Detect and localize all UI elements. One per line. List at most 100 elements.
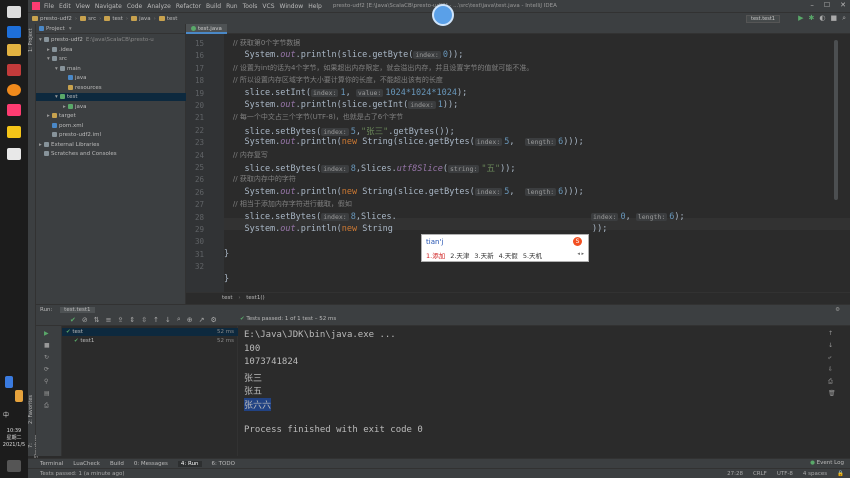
menu-window[interactable]: Window: [280, 3, 304, 10]
tool-tab[interactable]: 4: Run: [177, 460, 202, 467]
ime-candidate[interactable]: 2.天津: [450, 250, 469, 260]
zoom-icon[interactable]: ⊕: [187, 316, 193, 324]
breadcrumb-item[interactable]: test: [112, 16, 123, 22]
project-tree-item[interactable]: ▸ target: [36, 112, 186, 120]
tool-tab[interactable]: Terminal: [40, 461, 63, 467]
chevron-down-icon[interactable]: ▾: [69, 26, 72, 32]
project-tree-item[interactable]: ▾ presto-udf2 E:\Java\ScalaCB\presto-u: [36, 36, 186, 44]
mic-icon[interactable]: [5, 376, 13, 388]
expand-all-icon[interactable]: ⇕: [129, 316, 135, 324]
code-line-tail[interactable]: ));: [592, 224, 607, 234]
project-tree-item[interactable]: presto-udf2.iml: [36, 131, 186, 139]
menu-run[interactable]: Run: [226, 3, 238, 10]
taskbar-folder-icon[interactable]: [7, 44, 21, 56]
code-line[interactable]: // 获取内存中的字符: [224, 174, 296, 184]
code-line[interactable]: // 相当于添加内存字符进行截取，假如: [224, 199, 352, 209]
import-tests-icon[interactable]: ⇪: [118, 316, 124, 324]
stop-icon[interactable]: ■: [44, 342, 50, 349]
ime-candidate[interactable]: 1.添加: [426, 250, 445, 260]
layout-icon[interactable]: ▤: [44, 390, 50, 397]
taskbar-app-icon[interactable]: [7, 126, 21, 138]
scroll-to-end-icon[interactable]: ⇩: [828, 366, 833, 373]
breadcrumb-method[interactable]: test1(): [246, 295, 264, 301]
tool-tab[interactable]: Build: [110, 461, 124, 467]
ime-candidate[interactable]: 4.天假: [499, 250, 518, 260]
notification-icon[interactable]: [7, 460, 21, 472]
lock-icon[interactable]: 🔒: [837, 469, 844, 478]
project-tree-item[interactable]: resources: [36, 84, 186, 92]
code-line[interactable]: slice.setBytes(index: 8,Slices.utf8Slice(…: [224, 162, 515, 174]
project-tree-item[interactable]: ▸ .idea: [36, 46, 186, 54]
tool-tab[interactable]: LuaCheck: [73, 461, 100, 467]
next-icon[interactable]: ↓: [165, 316, 171, 324]
coverage-icon[interactable]: ◐: [819, 14, 825, 23]
rerun-icon[interactable]: ▶: [44, 330, 49, 337]
export-icon[interactable]: ↗: [199, 316, 205, 324]
code-line[interactable]: // 设置为int的话为4个字节，如果超出内存限定，就会溢出内存，并且设置字节的…: [224, 63, 534, 73]
menu-vcs[interactable]: VCS: [262, 3, 274, 10]
ime-page-arrows-icon[interactable]: ◂ ▸: [577, 251, 584, 257]
show-passed-icon[interactable]: ✔: [70, 316, 76, 324]
code-line[interactable]: // 每一个中文占三个字节(UTF-8)，也就是占了6个字节: [224, 112, 403, 122]
indent-setting[interactable]: 4 spaces: [803, 469, 827, 478]
code-line[interactable]: // 所以设置内存区域字节大小要计算你的长度，不能超出该有的长度: [224, 75, 443, 85]
test-tree-item[interactable]: ✔ test1 52 ms: [62, 337, 238, 345]
taskbar-intellij-icon[interactable]: [7, 104, 21, 116]
taskbar-app-icon[interactable]: [7, 64, 21, 76]
code-line[interactable]: System.out.println(slice.getByte(index: 0…: [224, 50, 463, 60]
menu-edit[interactable]: Edit: [59, 3, 71, 10]
taskbar-firefox-icon[interactable]: [7, 84, 21, 96]
menu-view[interactable]: View: [76, 3, 90, 10]
line-separator[interactable]: CRLF: [753, 469, 767, 478]
menu-navigate[interactable]: Navigate: [95, 3, 122, 10]
breadcrumb-item[interactable]: test: [167, 16, 178, 22]
code-line[interactable]: System.out.println(new String(slice.getB…: [224, 137, 583, 147]
print-icon[interactable]: ⎙: [44, 402, 49, 410]
project-tree-item[interactable]: java: [36, 74, 186, 82]
show-ignored-icon[interactable]: ⊘: [82, 316, 88, 324]
project-panel-header[interactable]: Project ▾: [36, 24, 185, 34]
project-tree-item[interactable]: ▾ test: [36, 93, 186, 101]
menu-analyze[interactable]: Analyze: [147, 3, 171, 10]
menu-build[interactable]: Build: [206, 3, 221, 10]
collapse-all-icon[interactable]: ⇳: [141, 316, 147, 324]
run-console-output[interactable]: E:\Java\JDK\bin\java.exe ... 100 107374182…: [238, 326, 838, 456]
maximize-icon[interactable]: ☐: [824, 1, 830, 9]
tool-tab[interactable]: 6: TODO: [212, 461, 235, 467]
favorites-tool-tab[interactable]: 2: Favorites: [28, 394, 36, 424]
taskbar-app-icon[interactable]: [7, 26, 21, 38]
settings-icon[interactable]: ⚙: [211, 316, 217, 324]
previous-icon[interactable]: ↑: [153, 316, 159, 324]
sort-duration-icon[interactable]: ≡: [106, 316, 112, 324]
code-line[interactable]: slice.setBytes(index: 8,Slices.: [224, 212, 396, 222]
code-line[interactable]: }: [224, 249, 229, 259]
close-icon[interactable]: ✕: [840, 1, 846, 9]
soft-wrap-icon[interactable]: ⤶: [828, 354, 831, 362]
minimize-icon[interactable]: –: [810, 1, 814, 9]
screen-recorder-badge-icon[interactable]: [432, 4, 454, 26]
editor-scrollbar[interactable]: [834, 40, 838, 200]
project-tree-item[interactable]: Scratches and Consoles: [36, 150, 186, 158]
project-tree-item[interactable]: ▾ main: [36, 65, 186, 73]
ime-language-indicator[interactable]: 中: [3, 410, 9, 419]
print-icon[interactable]: ⎙: [828, 378, 833, 386]
sort-alpha-icon[interactable]: ⇅: [94, 316, 100, 324]
caret-position[interactable]: 27:28: [727, 469, 743, 478]
debug-icon[interactable]: ✱: [808, 14, 814, 23]
code-line[interactable]: System.out.println(slice.getInt(index: 1)…: [224, 100, 458, 110]
status-message[interactable]: Tests passed: 1 (a minute ago): [40, 471, 125, 477]
menu-file[interactable]: File: [44, 3, 54, 10]
code-line-tail[interactable]: index: 0, length: 6);: [591, 212, 685, 222]
code-line[interactable]: System.out.println(new String(slice.getB…: [224, 187, 583, 197]
up-icon[interactable]: ↑: [828, 330, 833, 337]
code-line[interactable]: slice.setInt(index: 1, value: 1024*1024*10…: [224, 88, 467, 98]
tab-test-java[interactable]: test.java: [186, 24, 227, 34]
project-tool-tab[interactable]: 1: Project: [28, 28, 36, 52]
run-config-selector[interactable]: test.test1: [746, 15, 780, 23]
project-tree-item[interactable]: ▾ src: [36, 55, 186, 63]
project-tree-item[interactable]: ▸ java: [36, 103, 186, 111]
menu-code[interactable]: Code: [127, 3, 142, 10]
run-icon[interactable]: ▶: [798, 14, 803, 23]
pin-icon[interactable]: ⚲: [44, 378, 48, 385]
code-line[interactable]: // 内存复写: [224, 150, 268, 160]
